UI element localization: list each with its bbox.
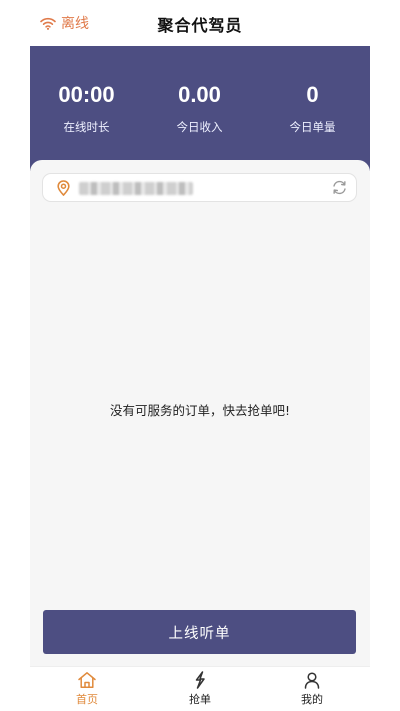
home-icon xyxy=(57,671,117,689)
stat-value: 0 xyxy=(306,82,319,107)
stat-online-duration: 00:00 在线时长 xyxy=(30,80,143,135)
lightning-icon xyxy=(170,671,230,689)
tab-label: 我的 xyxy=(301,693,323,706)
user-icon xyxy=(282,671,342,689)
refresh-icon[interactable] xyxy=(331,179,348,200)
page-title: 聚合代驾员 xyxy=(157,16,243,35)
stat-label: 今日单量 xyxy=(289,120,336,134)
tab-label: 首页 xyxy=(76,693,98,706)
stat-today-income: 0.00 今日收入 xyxy=(143,80,256,135)
stats-banner: 00:00 在线时长 0.00 今日收入 0 今日单量 xyxy=(30,46,370,171)
tab-label: 抢单 xyxy=(189,693,211,706)
tab-mine[interactable]: 我的 xyxy=(282,671,342,707)
tab-home[interactable]: 首页 xyxy=(57,671,117,707)
bottom-tab-bar: 首页 抢单 我的 xyxy=(30,666,370,711)
tab-grab-orders[interactable]: 抢单 xyxy=(170,671,230,707)
stat-label: 在线时长 xyxy=(63,120,110,134)
location-address-redacted xyxy=(79,182,193,195)
stat-value: 00:00 xyxy=(58,82,115,107)
go-online-button[interactable]: 上线听单 xyxy=(43,610,356,654)
top-bar: 离线 聚合代驾员 xyxy=(0,0,400,46)
empty-orders-message: 没有可服务的订单，快去抢单吧! xyxy=(109,403,290,418)
stat-today-orders: 0 今日单量 xyxy=(256,80,369,135)
location-pin-icon xyxy=(57,180,70,200)
stat-label: 今日收入 xyxy=(176,120,223,134)
stat-value: 0.00 xyxy=(178,82,221,107)
location-bar[interactable] xyxy=(42,173,357,202)
